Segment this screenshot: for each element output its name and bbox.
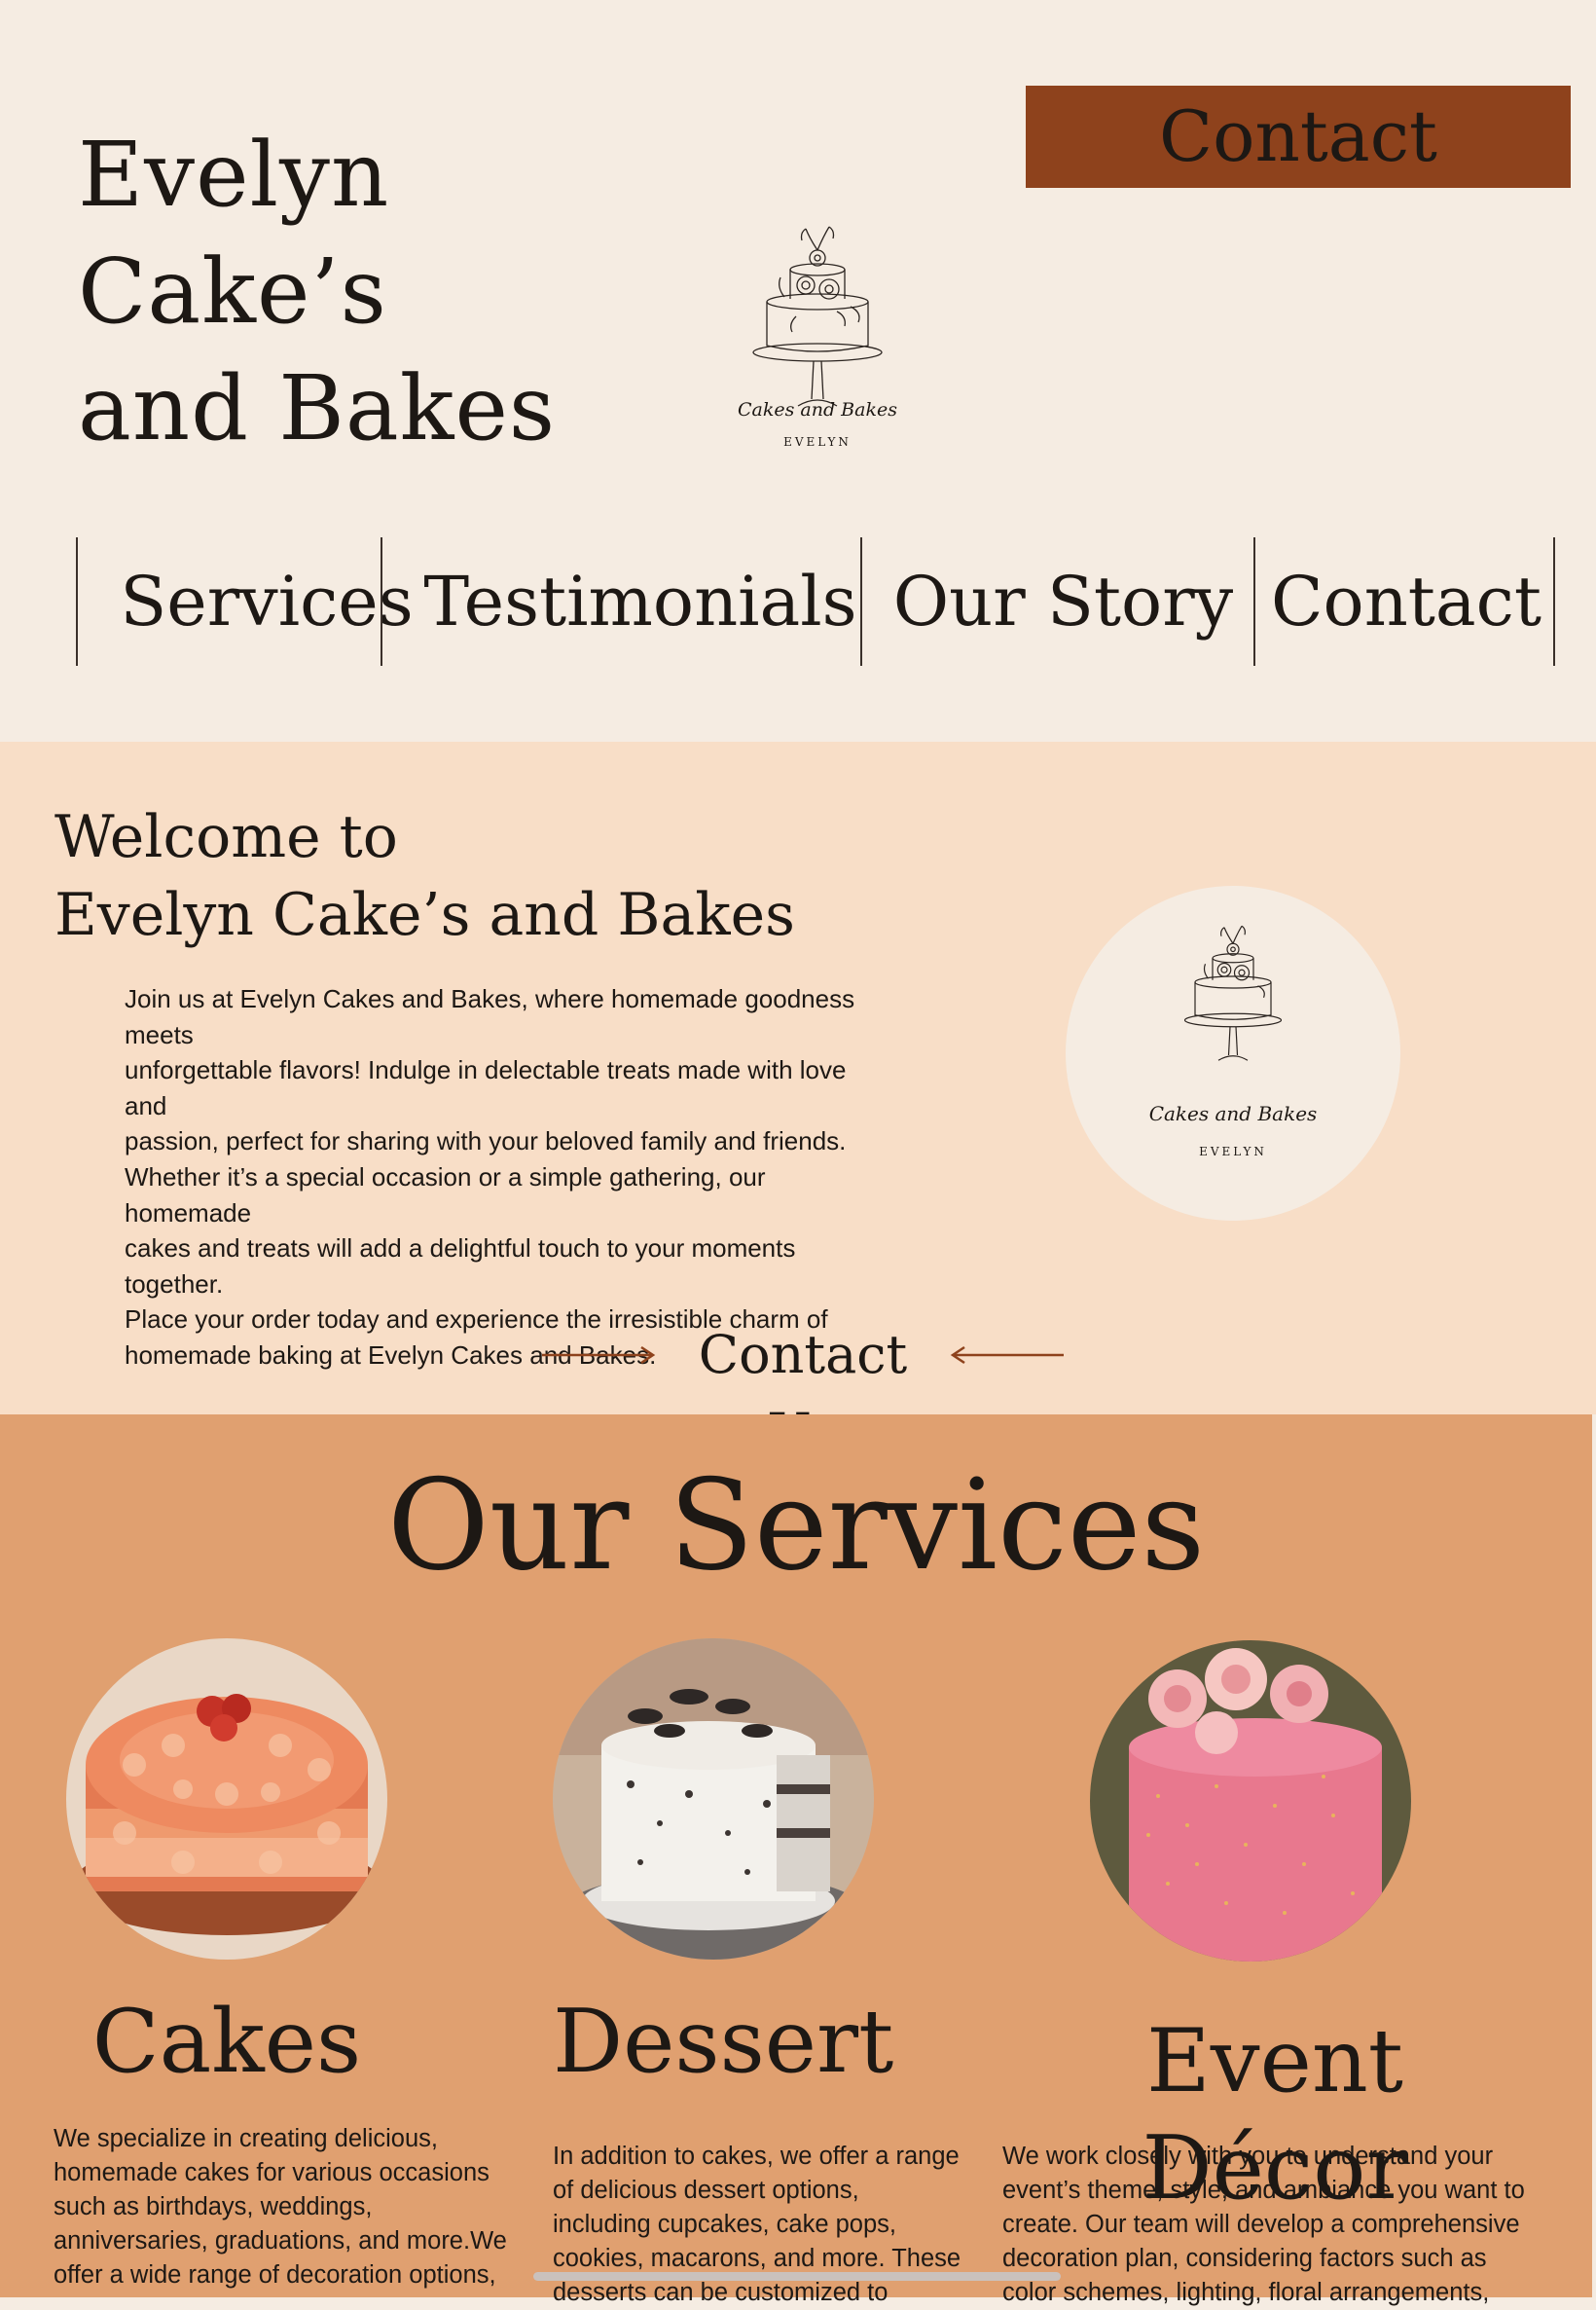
nav-item-testimonials[interactable]: Testimonials [397,537,884,666]
desc-line: homemade cakes for various occasions [54,2159,490,2186]
welcome-text-line: cakes and treats will add a delightful t… [125,1233,796,1299]
nav-item-contact[interactable]: Contact [1265,537,1547,666]
welcome-title-line1: Welcome to [54,803,398,871]
desc-line: anniversaries, graduations, and more.We [54,2227,507,2255]
desc-line: including cupcakes, cake pops, [553,2211,896,2238]
desc-line: cookies, macarons, and more. These [553,2245,961,2272]
desc-line: such as birthdays, weddings, [54,2193,373,2220]
desc-line: offer a wide range of decoration options… [54,2261,496,2289]
desc-line: We specialize in creating delicious, [54,2125,438,2152]
nav-item-services[interactable]: Services [82,537,452,666]
desc-line: desserts can be customized to [553,2279,889,2306]
cakes-image[interactable] [66,1638,387,1960]
desc-line: In addition to cakes, we offer a range [553,2143,960,2170]
dessert-image[interactable] [553,1638,874,1960]
logo-name: EVELYN [783,435,852,449]
nav-divider [76,537,78,666]
welcome-title-line2: Evelyn Cake’s and Bakes [54,881,795,949]
service-desc-cakes: We specialize in creating delicious, hom… [54,2122,511,2292]
rosette-cake-photo [66,1638,387,1960]
nav-divider [860,537,862,666]
arrow-left-icon [950,1345,1064,1365]
arrow-right-icon [542,1345,656,1365]
logo-name: EVELYN [1199,1145,1267,1158]
brand-title-line1: Evelyn Cake’s [78,123,390,344]
desc-line: of delicious dessert options, [553,2177,859,2204]
desc-line: We work closely with you to understand y… [1002,2143,1494,2170]
service-desc-dessert: In addition to cakes, we offer a range o… [553,2140,981,2310]
welcome-text-line: Whether it’s a special occasion or a sim… [125,1161,766,1228]
brand-title-line2: and Bakes [78,356,557,460]
desc-line: create. Our team will develop a comprehe… [1002,2211,1520,2238]
welcome-text-line: Join us at Evelyn Cakes and Bakes, where… [125,984,855,1049]
welcome-section: Welcome to Evelyn Cake’s and Bakes Join … [0,742,1596,1463]
service-desc-event-decor: We work closely with you to understand y… [1002,2140,1586,2310]
nav-item-our-story[interactable]: Our Story [876,537,1251,666]
nav-divider [1553,537,1555,666]
services-title: Our Services [386,1453,1206,1598]
brand-logo[interactable]: Cakes and Bakes EVELYN [720,219,915,462]
service-title-dessert: Dessert [553,1991,894,2093]
brand-title: Evelyn Cake’s and Bakes [78,117,701,467]
event-decor-image[interactable] [1090,1640,1411,1962]
logo-script-text: Cakes and Bakes [738,399,897,421]
desc-line: color schemes, lighting, floral arrangem… [1002,2279,1490,2306]
nav-divider [1253,537,1255,666]
contact-us-link[interactable]: Contact Us [540,1316,1066,1463]
main-nav: Services Testimonials Our Story Contact [76,537,1557,666]
horizontal-scroll-indicator[interactable] [533,2272,1061,2281]
site-header: Evelyn Cake’s and Bakes Contact Cakes an… [0,0,1596,742]
desc-line: decoration plan, considering factors suc… [1002,2245,1487,2272]
pink-rose-cake-photo [1090,1640,1411,1962]
cookies-cream-cake-photo [553,1638,874,1960]
desc-line: event’s theme, style, and ambiance you w… [1002,2177,1525,2204]
services-section: Our Services Cakes Dessert Event Décor W… [0,1414,1592,2306]
contact-button[interactable]: Contact [1026,86,1571,188]
cake-illustration-icon [1183,925,1283,1061]
welcome-logo: Cakes and Bakes EVELYN [1066,886,1400,1221]
welcome-text-line: passion, perfect for sharing with your b… [125,1126,847,1156]
welcome-text: Join us at Evelyn Cakes and Bakes, where… [125,981,884,1374]
nav-divider [381,537,382,666]
welcome-text-line: unforgettable flavors! Indulge in delect… [125,1055,847,1120]
logo-script-text: Cakes and Bakes [1148,1102,1318,1125]
service-title-cakes: Cakes [91,1991,362,2093]
welcome-title: Welcome to Evelyn Cake’s and Bakes [54,798,930,954]
cake-illustration-icon [752,226,883,407]
